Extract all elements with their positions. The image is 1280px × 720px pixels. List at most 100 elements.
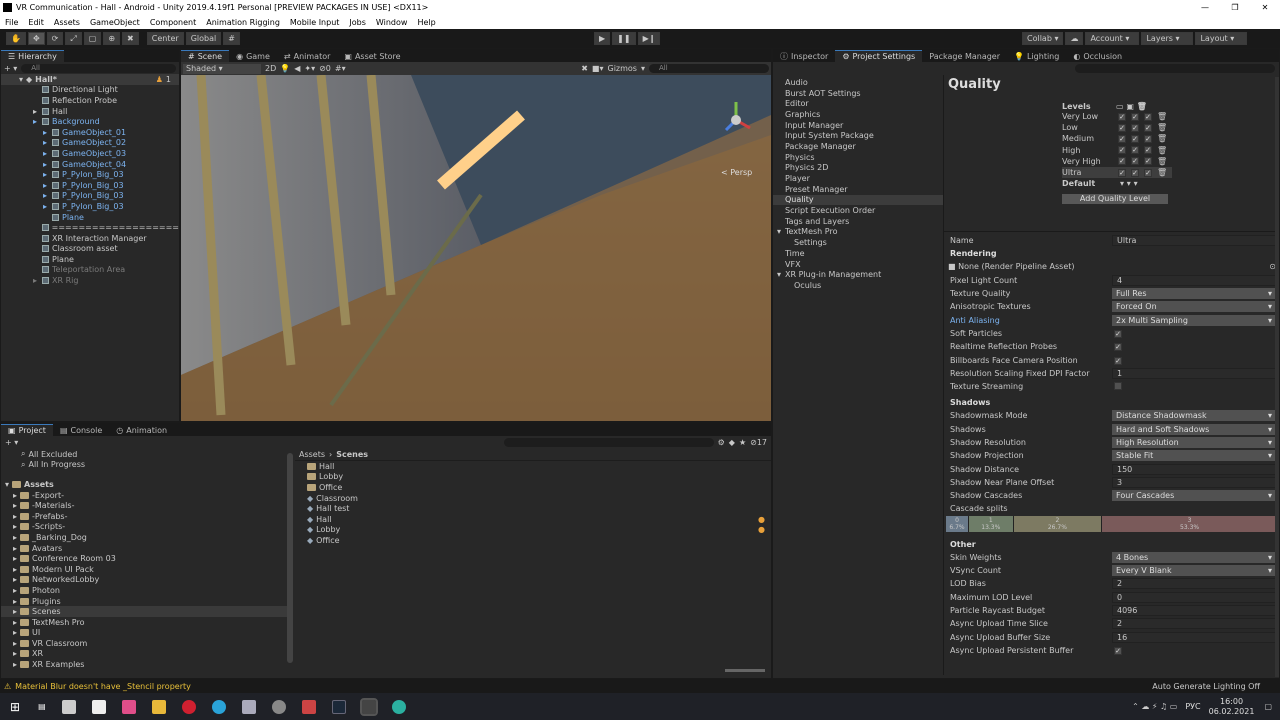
menu-item-edit[interactable]: Edit	[28, 18, 44, 27]
scene-viewport[interactable]: < Persp	[181, 75, 771, 421]
delete-icon[interactable]: 🗑	[1157, 123, 1167, 132]
app-icon[interactable]	[241, 699, 256, 714]
property-checkbox[interactable]: ✓	[1114, 343, 1122, 352]
property-dropdown[interactable]: Four Cascades ▾	[1112, 490, 1276, 502]
menu-item-mobile-input[interactable]: Mobile Input	[290, 18, 340, 27]
property-dropdown[interactable]: Hard and Soft Shadows ▾	[1112, 423, 1276, 435]
property-dropdown[interactable]: Forced On ▾	[1112, 301, 1276, 313]
platform-checkbox[interactable]: ✓	[1144, 146, 1152, 155]
grid-snap-icon[interactable]: #	[223, 32, 240, 45]
settings-category[interactable]: ▾ TextMesh Pro	[773, 227, 943, 238]
cascade-split[interactable]: 1 13.3%	[968, 515, 1014, 532]
settings-category[interactable]: Audio	[773, 77, 943, 88]
property-checkbox[interactable]: ✓	[1114, 646, 1122, 655]
folder-item[interactable]: ▸ UI	[1, 628, 291, 639]
settings-scrollbar[interactable]	[1275, 77, 1279, 677]
delete-icon[interactable]: 🗑	[1157, 168, 1167, 177]
task-view-icon[interactable]: ▤	[38, 702, 46, 711]
quality-level-row[interactable]: High ✓ ✓ ✓ 🗑	[1062, 145, 1172, 156]
close-icon[interactable]: ✕	[1250, 3, 1280, 12]
audio-icon[interactable]: ◀	[294, 64, 300, 73]
pivot-center-button[interactable]: Center	[146, 32, 184, 45]
step-button[interactable]: ▶❙	[637, 32, 661, 45]
windows-start-icon[interactable]: ⊞	[10, 700, 20, 714]
property-field[interactable]: 4096	[1112, 604, 1276, 616]
property-field[interactable]: 2	[1112, 618, 1276, 630]
platform-checkbox[interactable]: ✓	[1131, 146, 1139, 155]
platform-checkbox[interactable]: ✓	[1118, 146, 1126, 155]
property-dropdown[interactable]: 2x Multi Sampling ▾	[1112, 314, 1276, 326]
settings-category[interactable]: Package Manager	[773, 141, 943, 152]
status-warning[interactable]: Material Blur doesn't have _Stencil prop…	[15, 682, 191, 691]
settings-category[interactable]: Input Manager	[773, 120, 943, 131]
system-tray-icons[interactable]: ⌃ ☁ ⚡ ♫ ▭	[1132, 702, 1177, 711]
expand-arrow-icon[interactable]: ▸	[43, 181, 49, 190]
add-quality-level-button[interactable]: Add Quality Level	[1062, 194, 1168, 205]
scene-file[interactable]: ◆ Classroom	[307, 493, 771, 504]
folder-item[interactable]: ▸ Photon	[1, 585, 291, 596]
settings-category[interactable]: Burst AOT Settings	[773, 88, 943, 99]
cascade-split[interactable]: 2 26.7%	[1013, 515, 1103, 532]
expand-arrow-icon[interactable]: ▸	[43, 170, 49, 179]
platform-checkbox[interactable]: ✓	[1144, 123, 1152, 132]
hierarchy-item[interactable]: ===================	[1, 222, 179, 233]
settings-search-input[interactable]	[1075, 64, 1275, 73]
quality-level-row[interactable]: Very Low ✓ ✓ ✓ 🗑	[1062, 111, 1172, 122]
hidden-packages-icon[interactable]: ⊘17	[750, 438, 767, 447]
tab-animator[interactable]: ⇄ Animator	[277, 50, 337, 62]
hierarchy-item[interactable]: Classroom asset	[1, 244, 179, 255]
quality-level-row[interactable]: Low ✓ ✓ ✓ 🗑	[1062, 122, 1172, 133]
default-dropdowns[interactable]: ▾ ▾ ▾	[1120, 179, 1138, 188]
settings-category[interactable]: Physics 2D	[773, 163, 943, 174]
expand-arrow-icon[interactable]: ▸	[43, 149, 49, 158]
play-button[interactable]: ▶	[594, 32, 611, 45]
layers-button[interactable]: Layers ▾	[1141, 32, 1194, 45]
tree-scrollbar[interactable]	[287, 453, 293, 663]
folder-item[interactable]: ▸ _Barking_Dog	[1, 532, 291, 543]
folder-item[interactable]: ▸ -Prefabs-	[1, 511, 291, 522]
expand-arrow-icon[interactable]: ▸	[43, 128, 49, 137]
hierarchy-item[interactable]: ▸ GameObject_01	[1, 127, 179, 138]
settings-category[interactable]: Input System Package	[773, 130, 943, 141]
settings-icon[interactable]	[271, 699, 286, 714]
platform-checkbox[interactable]: ✓	[1144, 134, 1152, 143]
app-icon[interactable]	[91, 699, 106, 714]
move-tool-icon[interactable]: ✥	[27, 32, 45, 45]
tab-project[interactable]: ▣ Project	[1, 424, 53, 436]
rotate-tool-icon[interactable]: ⟳	[46, 32, 64, 45]
tools-icon[interactable]: ✖	[581, 64, 588, 73]
scene-root-row[interactable]: ▾ ◆ Hall* ♟ 1	[1, 74, 179, 85]
scene-search-input[interactable]: All	[649, 64, 769, 73]
menu-item-jobs[interactable]: Jobs	[349, 18, 366, 27]
platform-checkbox[interactable]: ✓	[1131, 168, 1139, 177]
settings-category[interactable]: Editor	[773, 98, 943, 109]
favorite-item[interactable]: ⌕ All In Progress	[21, 460, 291, 471]
add-icon[interactable]: + ▾	[4, 64, 17, 73]
property-field[interactable]: 150	[1112, 463, 1276, 475]
light-icon[interactable]: 💡	[280, 64, 290, 73]
folder-item[interactable]: ▸ Avatars	[1, 543, 291, 554]
quality-level-row[interactable]: Medium ✓ ✓ ✓ 🗑	[1062, 133, 1172, 144]
language-indicator[interactable]: РУС	[1185, 702, 1200, 711]
mode-2d-toggle[interactable]: 2D	[265, 64, 276, 73]
tab-animation[interactable]: ◷ Animation	[109, 424, 174, 436]
hierarchy-item[interactable]: Reflection Probe	[1, 95, 179, 106]
hierarchy-item[interactable]: ▸ GameObject_03	[1, 148, 179, 159]
platform-checkbox[interactable]: ✓	[1131, 134, 1139, 143]
settings-category[interactable]: Graphics	[773, 109, 943, 120]
platform-checkbox[interactable]: ✓	[1118, 134, 1126, 143]
tab-inspector[interactable]: ⓘ Inspector	[773, 50, 835, 62]
folder-item[interactable]: ▸ -Export-	[1, 490, 291, 501]
add-asset-icon[interactable]: + ▾	[5, 438, 18, 447]
quality-level-row[interactable]: Very High ✓ ✓ ✓ 🗑	[1062, 156, 1172, 167]
folder-item[interactable]: ▸ -Materials-	[1, 500, 291, 511]
shading-dropdown[interactable]: Shaded ▾	[183, 63, 261, 74]
folder-item[interactable]: Office	[307, 482, 771, 493]
folder-item[interactable]: Hall	[307, 461, 771, 472]
collab-button[interactable]: Collab ▾	[1022, 32, 1064, 45]
menu-item-file[interactable]: File	[5, 18, 18, 27]
tab-hierarchy[interactable]: ☰ Hierarchy	[1, 50, 64, 62]
steam-icon[interactable]	[331, 699, 346, 714]
platform-checkbox[interactable]: ✓	[1131, 112, 1139, 121]
pipeline-field[interactable]: ■ None (Render Pipeline Asset)	[944, 262, 1269, 271]
